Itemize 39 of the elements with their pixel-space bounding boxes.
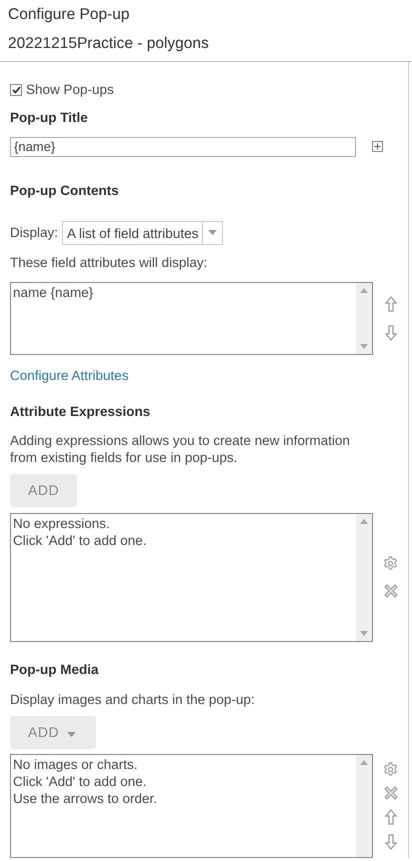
checkbox[interactable] bbox=[10, 84, 22, 96]
delete-icon[interactable] bbox=[384, 786, 398, 800]
display-label: Display: bbox=[10, 224, 58, 242]
checkbox-label: Show Pop-ups bbox=[26, 81, 114, 99]
section-heading: Pop-up Contents bbox=[10, 182, 120, 200]
layer-name: 20221215Practice - polygons bbox=[8, 34, 210, 54]
list-box[interactable]: No expressions. Click 'Add' to add one. bbox=[10, 512, 374, 642]
delete-icon[interactable] bbox=[384, 584, 398, 598]
list-text: Click 'Add' to add one. bbox=[13, 773, 148, 790]
caret-icon bbox=[67, 732, 76, 737]
settings-icon[interactable] bbox=[383, 556, 398, 571]
description-text: Display images and charts in the pop-up: bbox=[10, 690, 256, 709]
section-heading: Pop-up Title bbox=[10, 109, 89, 128]
move-down-icon[interactable] bbox=[384, 834, 397, 850]
list-box[interactable]: name {name} bbox=[10, 282, 374, 355]
scroll-up-icon[interactable] bbox=[360, 288, 368, 293]
section-heading: Attribute Expressions bbox=[10, 403, 152, 422]
section-heading: Pop-up Media bbox=[10, 660, 100, 679]
scroll-down-icon[interactable] bbox=[360, 344, 368, 349]
list-text: No expressions. bbox=[13, 514, 111, 532]
configure-attributes-link[interactable]: Configure Attributes bbox=[10, 366, 129, 386]
panel-title: Configure Pop-up bbox=[8, 5, 130, 25]
list-text: Use the arrows to order. bbox=[13, 790, 158, 807]
move-up-icon[interactable] bbox=[384, 296, 397, 312]
list-text: name {name} bbox=[13, 284, 94, 301]
display-dropdown[interactable]: A list of field attributes bbox=[62, 220, 224, 245]
scroll-up-icon[interactable] bbox=[360, 760, 368, 765]
list-box[interactable]: No images or charts. Click 'Add' to add one. Use the arrows to order. bbox=[10, 754, 374, 858]
caption-text: These field attributes will display: bbox=[10, 254, 208, 272]
settings-icon[interactable] bbox=[383, 762, 398, 777]
list-text: Click 'Add' to add one. bbox=[13, 532, 148, 548]
move-up-icon[interactable] bbox=[384, 809, 397, 825]
scroll-down-icon[interactable] bbox=[360, 630, 368, 636]
move-down-icon[interactable] bbox=[384, 325, 397, 341]
scroll-up-icon[interactable] bbox=[360, 518, 368, 524]
add-field-icon[interactable] bbox=[372, 141, 383, 152]
description-text: Adding expressions allows you to create new information from existing fields for use in pop-ups. bbox=[10, 432, 351, 466]
list-text: No images or charts. bbox=[13, 756, 139, 773]
title-field[interactable]: {name} bbox=[10, 136, 356, 156]
